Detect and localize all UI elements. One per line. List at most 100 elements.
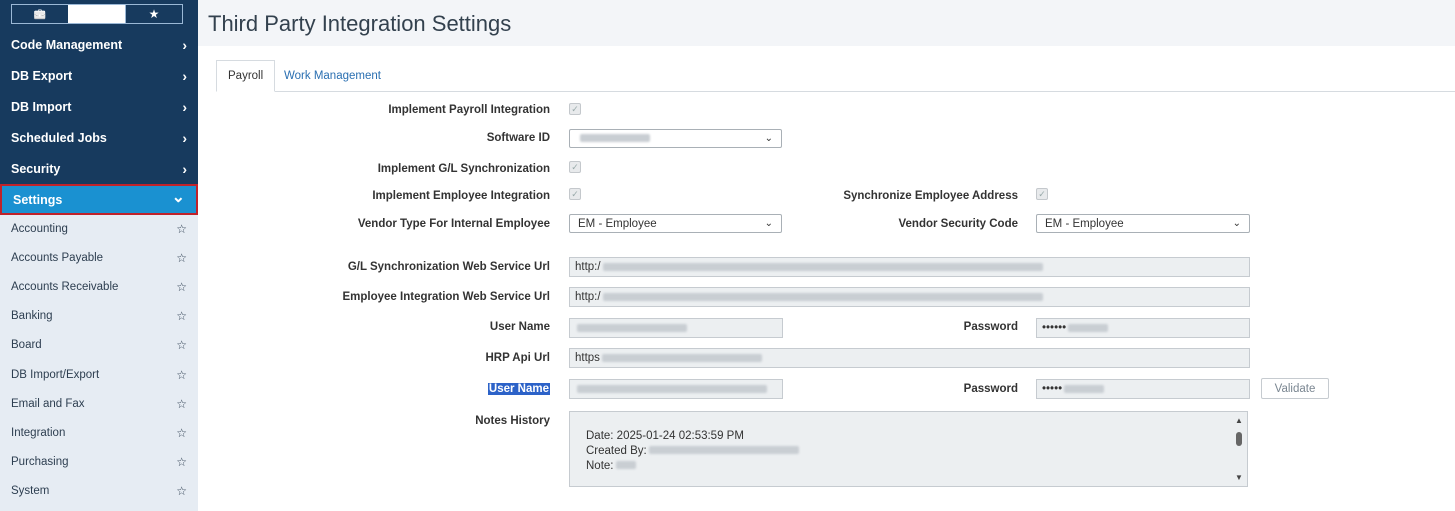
sidebar-subitem-label: Banking	[11, 310, 53, 322]
favorite-star-icon[interactable]: ☆	[176, 309, 187, 323]
tab-work-management[interactable]: Work Management	[273, 60, 392, 91]
vendor-type-value: EM - Employee	[578, 217, 657, 230]
sidebar-item-label: Settings	[13, 192, 63, 207]
employee-url-input[interactable]: http:/	[569, 287, 1250, 307]
favorite-star-icon[interactable]: ☆	[176, 426, 187, 440]
note-date: Date: 2025-01-24 02:53:59 PM	[586, 430, 744, 442]
sidebar-subitem-label: Email and Fax	[11, 398, 85, 410]
gl-url-label: G/L Synchronization Web Service Url	[347, 261, 550, 273]
sidebar-subitem-label: DB Import/Export	[11, 369, 100, 381]
chevron-right-icon: ›	[182, 99, 187, 115]
title-bar: Third Party Integration Settings	[198, 0, 1455, 46]
sidebar-item-settings[interactable]: Settings ⌄	[0, 184, 198, 215]
sidebar-item-label: Security	[11, 162, 61, 176]
sidebar-subitem-email-and-fax[interactable]: Email and Fax ☆	[0, 393, 198, 415]
user-name-2-label: User Name	[487, 383, 550, 395]
favorite-star-icon[interactable]: ☆	[176, 280, 187, 294]
wrench-icon[interactable]: 🔧	[68, 5, 125, 23]
gl-url-input[interactable]: http:/	[569, 257, 1250, 277]
sidebar-subitem-label: System	[11, 485, 50, 497]
note-created-by: Created By:	[586, 445, 799, 457]
implement-gl-label: Implement G/L Synchronization	[377, 163, 550, 175]
sidebar-subitem-accounts-payable[interactable]: Accounts Payable ☆	[0, 247, 198, 269]
implement-employee-label: Implement Employee Integration	[372, 190, 550, 202]
sidebar-subitem-system[interactable]: System ☆	[0, 480, 198, 502]
user-name-label: User Name	[489, 321, 550, 333]
hrp-api-url-input[interactable]: https	[569, 348, 1250, 368]
briefcase-icon[interactable]: 💼	[12, 5, 68, 23]
sidebar-subitem-board[interactable]: Board ☆	[0, 334, 198, 356]
notes-scrollbar[interactable]: ▲ ▼	[1235, 416, 1243, 482]
sidebar-subitem-label: Accounts Receivable	[11, 281, 119, 293]
sidebar-subitem-label: Accounting	[11, 223, 68, 235]
chevron-down-icon: ⌄	[764, 133, 773, 144]
employee-url-label: Employee Integration Web Service Url	[342, 291, 551, 303]
implement-gl-checkbox[interactable]: ✓	[569, 161, 581, 173]
sync-address-label: Synchronize Employee Address	[843, 190, 1018, 202]
employee-url-value: http:/	[575, 291, 601, 303]
sidebar-item-scheduled-jobs[interactable]: Scheduled Jobs ›	[0, 124, 198, 152]
sidebar-subitem-accounts-receivable[interactable]: Accounts Receivable ☆	[0, 276, 198, 298]
tab-strip: Payroll Work Management	[216, 60, 1455, 92]
sidebar-item-code-management[interactable]: Code Management ›	[0, 31, 198, 59]
sidebar: 💼 🔧 ★ Code Management › DB Export › DB I…	[0, 0, 198, 511]
chevron-down-icon: ⌄	[764, 218, 773, 229]
favorite-star-icon[interactable]: ☆	[176, 455, 187, 469]
chevron-down-icon: ⌄	[171, 188, 185, 206]
scroll-thumb[interactable]	[1236, 432, 1242, 446]
sidebar-item-label: DB Export	[11, 69, 73, 83]
favorite-star-icon[interactable]: ☆	[176, 484, 187, 498]
sidebar-subitem-accounting[interactable]: Accounting ☆	[0, 218, 198, 240]
vendor-security-value: EM - Employee	[1045, 217, 1124, 230]
page-title: Third Party Integration Settings	[208, 11, 512, 36]
password-2-input[interactable]: •••••	[1036, 379, 1250, 399]
user-name-2-input[interactable]	[569, 379, 783, 399]
user-name-input[interactable]	[569, 318, 783, 338]
sidebar-subitem-integration[interactable]: Integration ☆	[0, 422, 198, 444]
tab-payroll[interactable]: Payroll	[216, 60, 276, 92]
password-2-label: Password	[963, 383, 1018, 395]
software-id-label: Software ID	[486, 132, 550, 144]
sidebar-subitem-db-import-export[interactable]: DB Import/Export ☆	[0, 364, 198, 386]
sidebar-subitem-label: Accounts Payable	[11, 252, 104, 264]
chevron-down-icon: ⌄	[1232, 218, 1241, 229]
implement-employee-checkbox[interactable]: ✓	[569, 188, 581, 200]
password-input[interactable]: ••••••	[1036, 318, 1250, 338]
favorite-star-icon[interactable]: ☆	[176, 368, 187, 382]
chevron-right-icon: ›	[182, 37, 187, 53]
vendor-security-select[interactable]: EM - Employee ⌄	[1036, 214, 1250, 233]
implement-payroll-checkbox[interactable]: ✓	[569, 103, 581, 115]
chevron-right-icon: ›	[182, 130, 187, 146]
password-2-value: •••••	[1042, 383, 1063, 395]
hrp-api-url-label: HRP Api Url	[485, 352, 550, 364]
sidebar-subitem-label: Integration	[11, 427, 66, 439]
sidebar-item-label: DB Import	[11, 100, 72, 114]
sidebar-item-label: Code Management	[11, 38, 123, 52]
notes-history-box[interactable]: Date: 2025-01-24 02:53:59 PM Created By:…	[569, 411, 1248, 487]
sync-address-checkbox[interactable]: ✓	[1036, 188, 1048, 200]
favorite-star-icon[interactable]: ☆	[176, 338, 187, 352]
software-id-select[interactable]: ⌄	[569, 129, 782, 148]
chevron-right-icon: ›	[182, 68, 187, 84]
sidebar-item-db-import[interactable]: DB Import ›	[0, 93, 198, 121]
validate-button[interactable]: Validate	[1261, 378, 1329, 399]
gl-url-value: http:/	[575, 261, 601, 273]
vendor-type-select[interactable]: EM - Employee ⌄	[569, 214, 782, 233]
vendor-type-label: Vendor Type For Internal Employee	[357, 218, 550, 230]
favorite-star-icon[interactable]: ☆	[176, 222, 187, 236]
sidebar-item-db-export[interactable]: DB Export ›	[0, 62, 198, 90]
sidebar-subitem-banking[interactable]: Banking ☆	[0, 305, 198, 327]
sidebar-item-label: Scheduled Jobs	[11, 131, 107, 145]
chevron-right-icon: ›	[182, 161, 187, 177]
scroll-up-icon[interactable]: ▲	[1235, 416, 1243, 425]
sidebar-subitem-purchasing[interactable]: Purchasing ☆	[0, 451, 198, 473]
sidebar-subitem-label: Board	[11, 339, 42, 351]
main-content: Third Party Integration Settings Payroll…	[198, 0, 1455, 511]
star-icon[interactable]: ★	[125, 5, 182, 23]
favorite-star-icon[interactable]: ☆	[176, 397, 187, 411]
scroll-down-icon[interactable]: ▼	[1235, 473, 1243, 482]
sidebar-item-security[interactable]: Security ›	[0, 155, 198, 183]
software-id-value	[578, 133, 650, 145]
favorite-star-icon[interactable]: ☆	[176, 251, 187, 265]
selected-text: User Name	[487, 383, 550, 395]
